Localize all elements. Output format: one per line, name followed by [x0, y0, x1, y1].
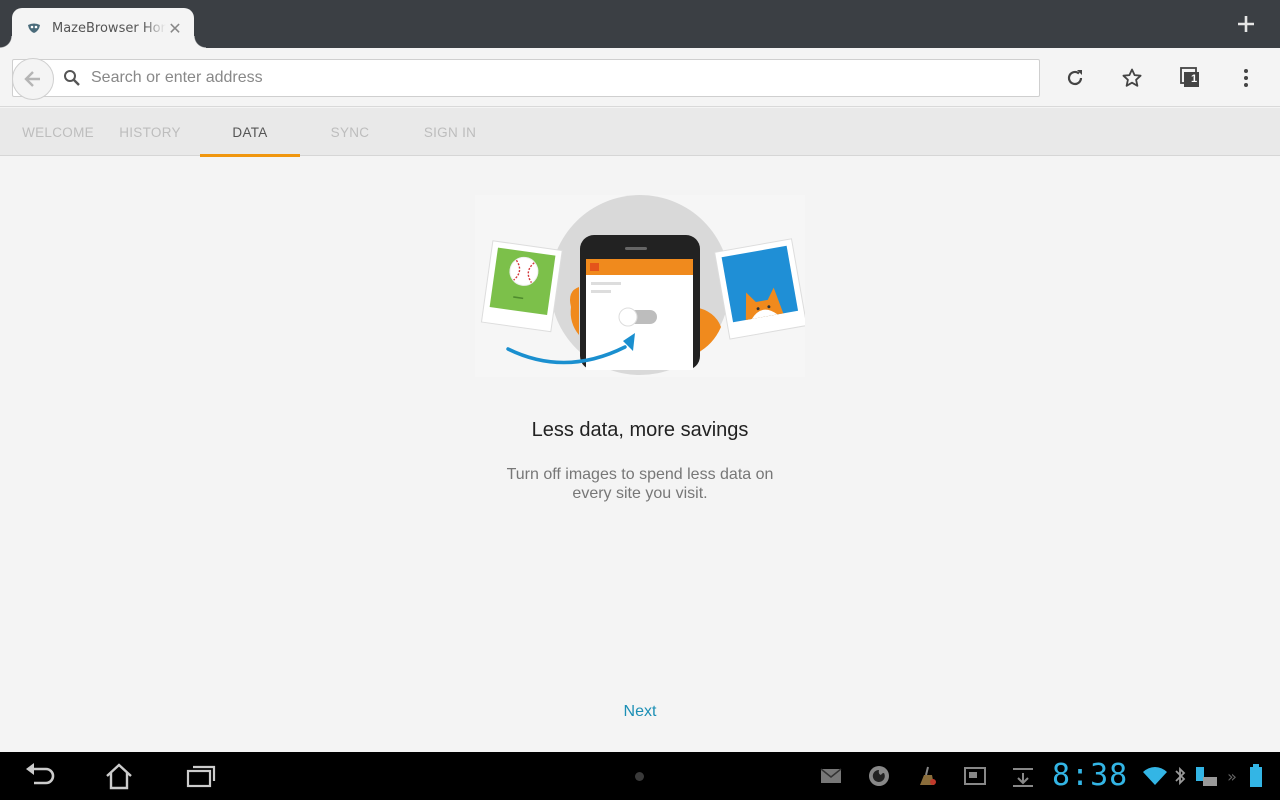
search-input[interactable]	[83, 60, 1039, 96]
search-icon	[61, 67, 83, 89]
plus-icon[interactable]	[1232, 10, 1260, 38]
battery-icon	[1243, 764, 1269, 788]
overflow-menu-icon[interactable]	[1232, 64, 1260, 92]
url-bar[interactable]	[12, 59, 1040, 97]
home-panel-tabs: WELCOME HISTORY DATA SYNC SIGN IN	[0, 108, 1280, 157]
download-icon[interactable]	[1010, 764, 1036, 788]
status-clock: 8:38	[1052, 758, 1129, 793]
back-arrow-icon[interactable]	[12, 58, 54, 100]
screenshot-icon[interactable]	[962, 764, 988, 788]
browser-toolbar: 1	[0, 48, 1280, 107]
system-navigation-bar: 8:38 »	[0, 752, 1280, 800]
keyboard-battery-icon	[1193, 764, 1219, 788]
onboarding-body: Turn off images to spend less data on ev…	[506, 466, 774, 502]
back-icon[interactable]	[22, 760, 58, 792]
tab-data[interactable]: DATA	[200, 108, 300, 157]
mask-favicon-icon	[26, 20, 42, 36]
tab-title: MazeBrowser Home	[52, 20, 166, 36]
phone-toggle-images-illustration	[475, 195, 805, 377]
recent-apps-icon[interactable]	[183, 760, 219, 792]
tab-sync[interactable]: SYNC	[300, 108, 400, 156]
browser-tab[interactable]: MazeBrowser Home ✕	[0, 8, 206, 48]
status-dot	[635, 772, 644, 781]
email-icon[interactable]	[818, 764, 844, 788]
chevron-right-icon: »	[1227, 766, 1237, 786]
tabs-count: 1	[1190, 73, 1198, 85]
tabs-counter-button[interactable]: 1	[1176, 64, 1204, 92]
onboarding-panel: Less data, more savings Turn off images …	[0, 157, 1280, 752]
firefox-icon[interactable]	[866, 764, 892, 788]
onboarding-headline: Less data, more savings	[531, 419, 749, 441]
star-icon[interactable]	[1118, 64, 1146, 92]
home-icon[interactable]	[101, 760, 137, 792]
tab-strip: MazeBrowser Home ✕	[0, 0, 1280, 48]
tab-history[interactable]: HISTORY	[100, 108, 200, 156]
cleaner-icon[interactable]	[914, 764, 940, 788]
tab-sign-in[interactable]: SIGN IN	[400, 108, 500, 156]
reload-icon[interactable]	[1061, 64, 1089, 92]
wifi-icon	[1142, 764, 1168, 788]
next-button[interactable]: Next	[590, 697, 690, 727]
close-icon[interactable]: ✕	[166, 19, 184, 38]
bluetooth-icon	[1170, 764, 1190, 788]
tab-welcome[interactable]: WELCOME	[8, 108, 108, 156]
